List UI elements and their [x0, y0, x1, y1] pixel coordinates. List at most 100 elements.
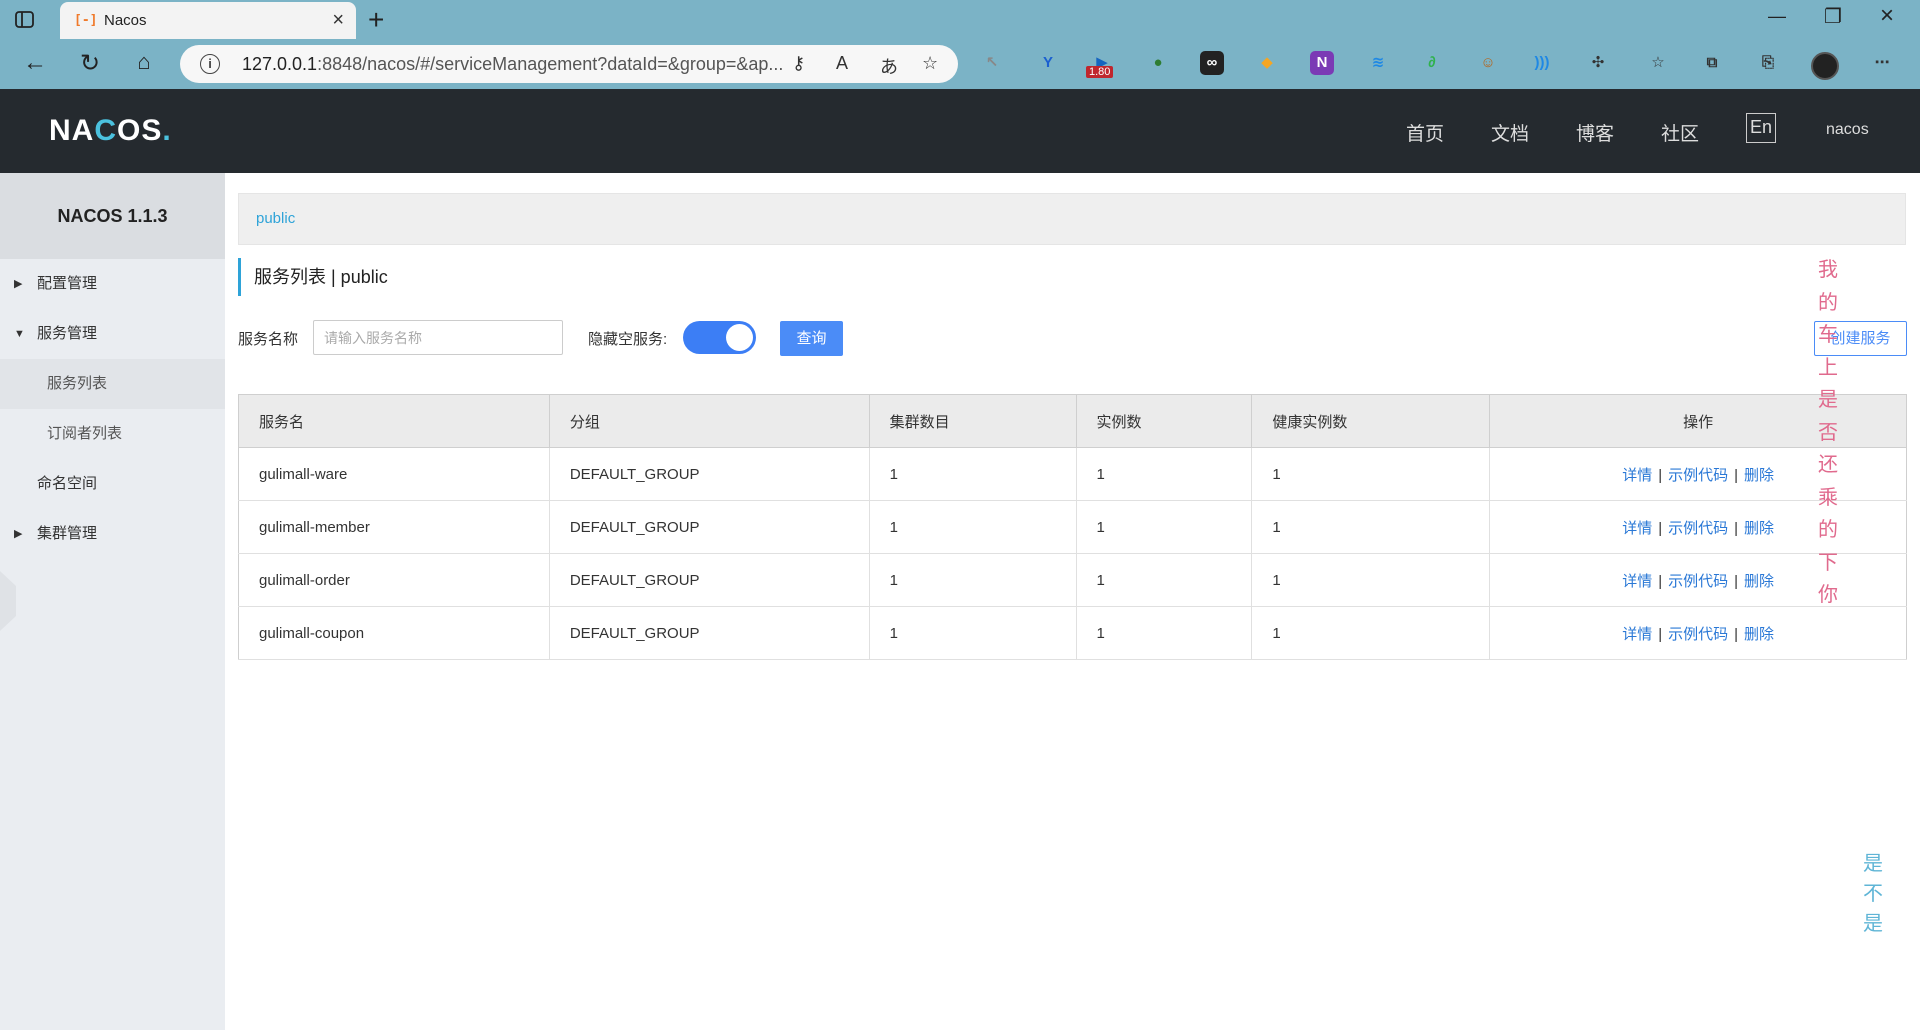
- sidebar-item-subscribers[interactable]: 订阅者列表: [0, 409, 225, 459]
- user-name[interactable]: nacos: [1826, 121, 1869, 139]
- extension-layers-icon[interactable]: ≋: [1366, 51, 1390, 75]
- extension-onenote-icon[interactable]: N: [1310, 51, 1334, 75]
- translate-icon[interactable]: あ: [880, 53, 898, 79]
- sidebar-item-label: 订阅者列表: [47, 425, 123, 442]
- restore-icon[interactable]: ❐: [1824, 4, 1842, 29]
- col-group: 分组: [549, 394, 870, 448]
- detail-link[interactable]: 详情: [1622, 626, 1652, 643]
- detail-link[interactable]: 详情: [1622, 520, 1652, 537]
- address-bar[interactable]: i 127.0.0.1:8848/nacos/#/serviceManageme…: [180, 45, 958, 83]
- cell-cluster-count: 1: [869, 606, 1077, 660]
- sidebar-item-service[interactable]: ▼ 服务管理: [0, 309, 225, 359]
- nav-community[interactable]: 社区: [1661, 119, 1699, 146]
- extension-globe-icon[interactable]: ●: [1146, 51, 1170, 75]
- floating-text-overlay-pink: 我的车上是否还乘的下你: [1818, 257, 1838, 606]
- tab-actions-icon[interactable]: [14, 9, 36, 31]
- delete-link[interactable]: 删除: [1744, 467, 1774, 484]
- sidebar-item-cluster[interactable]: ▶ 集群管理: [0, 509, 225, 559]
- sample-code-link[interactable]: 示例代码: [1668, 520, 1728, 537]
- add-favorite-icon[interactable]: ☆: [922, 53, 938, 74]
- back-icon[interactable]: ←: [20, 49, 50, 77]
- cell-healthy-count: 1: [1251, 606, 1491, 660]
- cell-operations: 详情 | 示例代码 | 删除: [1489, 447, 1907, 501]
- cell-cluster-count: 1: [869, 447, 1077, 501]
- cell-healthy-count: 1: [1251, 500, 1491, 554]
- cell-service-name: gulimall-member: [238, 500, 550, 554]
- nav-home[interactable]: 首页: [1406, 119, 1444, 146]
- toggle-knob: [726, 324, 753, 351]
- extension-shield-icon[interactable]: ◆: [1255, 51, 1279, 75]
- caret-right-icon: ▶: [14, 278, 23, 290]
- key-icon[interactable]: ⚷: [792, 53, 805, 74]
- favorites-icon[interactable]: ☆: [1646, 51, 1670, 75]
- collections-icon[interactable]: ⧉: [1700, 51, 1724, 75]
- sidebar-item-label: 命名空间: [37, 475, 98, 492]
- extension-v-icon[interactable]: Y: [1036, 51, 1060, 75]
- browser-tab[interactable]: [-] Nacos ×: [60, 2, 356, 39]
- caret-right-icon: ▶: [14, 528, 23, 540]
- sidebar-item-label: 服务管理: [37, 325, 98, 342]
- sidebar-item-label: 配置管理: [37, 275, 98, 292]
- detail-link[interactable]: 详情: [1622, 573, 1652, 590]
- cell-cluster-count: 1: [869, 500, 1077, 554]
- cell-service-name: gulimall-order: [238, 553, 550, 607]
- sidebar: NACOS 1.1.3 ▶ 配置管理 ▼ 服务管理 服务列表 订阅者列表 命名空…: [0, 173, 225, 1030]
- delete-link[interactable]: 删除: [1744, 626, 1774, 643]
- site-info-icon[interactable]: i: [200, 54, 220, 74]
- tab-close-icon[interactable]: ×: [332, 9, 344, 32]
- cell-service-name: gulimall-ware: [238, 447, 550, 501]
- cell-group: DEFAULT_GROUP: [549, 447, 870, 501]
- minimize-icon[interactable]: —: [1768, 6, 1786, 27]
- sample-code-link[interactable]: 示例代码: [1668, 573, 1728, 590]
- detail-link[interactable]: 详情: [1622, 467, 1652, 484]
- sidebar-collapse-handle[interactable]: [0, 571, 16, 631]
- delete-link[interactable]: 删除: [1744, 573, 1774, 590]
- hide-empty-label: 隐藏空服务:: [588, 331, 668, 348]
- new-tab-icon[interactable]: +: [368, 4, 384, 36]
- cell-healthy-count: 1: [1251, 553, 1491, 607]
- window-close-icon[interactable]: ×: [1880, 2, 1894, 30]
- nacos-logo[interactable]: NACOS.: [49, 114, 172, 148]
- home-icon[interactable]: ⌂: [129, 49, 159, 75]
- table-row: gulimall-ware DEFAULT_GROUP 1 1 1 详情 | 示例代…: [238, 447, 1907, 501]
- namespace-public-link[interactable]: public: [256, 210, 295, 227]
- extensions-puzzle-icon[interactable]: ✣: [1586, 51, 1610, 75]
- more-menu-icon[interactable]: ⋯: [1870, 51, 1894, 75]
- extension-badge: 1.80: [1086, 66, 1114, 78]
- col-operations: 操作: [1489, 394, 1907, 448]
- refresh-icon[interactable]: ↻: [75, 49, 105, 78]
- extension-wave-icon[interactable]: ))): [1530, 51, 1554, 75]
- hide-empty-toggle[interactable]: [683, 321, 756, 354]
- service-name-label: 服务名称: [238, 331, 299, 348]
- url-text[interactable]: 127.0.0.1:8848/nacos/#/serviceManagement…: [242, 54, 783, 75]
- sample-code-link[interactable]: 示例代码: [1668, 626, 1728, 643]
- sidebar-item-namespace[interactable]: 命名空间: [0, 459, 225, 509]
- language-switch-button[interactable]: En: [1746, 113, 1776, 143]
- service-name-input[interactable]: [313, 320, 563, 355]
- tab-title: Nacos: [104, 12, 147, 29]
- sidebar-item-service-list[interactable]: 服务列表: [0, 359, 225, 409]
- profile-avatar[interactable]: [1811, 52, 1839, 80]
- nav-blog[interactable]: 博客: [1576, 119, 1614, 146]
- cell-instance-count: 1: [1076, 447, 1253, 501]
- extension-link-icon[interactable]: ∂: [1420, 51, 1444, 75]
- extension-cursor-icon[interactable]: ↖: [980, 51, 1004, 75]
- cell-operations: 详情 | 示例代码 | 删除: [1489, 500, 1907, 554]
- sidebar-item-config[interactable]: ▶ 配置管理: [0, 259, 225, 309]
- nav-docs[interactable]: 文档: [1491, 119, 1529, 146]
- extension-eyes-icon[interactable]: ∞: [1200, 51, 1224, 75]
- floating-text-overlay-blue: 是不是: [1863, 851, 1883, 935]
- cell-operations: 详情 | 示例代码 | 删除: [1489, 606, 1907, 660]
- cell-healthy-count: 1: [1251, 447, 1491, 501]
- extension-face-icon[interactable]: ☺: [1476, 51, 1500, 75]
- app-header: NACOS. 首页 文档 博客 社区 En nacos: [0, 89, 1920, 173]
- delete-link[interactable]: 删除: [1744, 520, 1774, 537]
- query-button[interactable]: 查询: [780, 321, 843, 356]
- sample-code-link[interactable]: 示例代码: [1668, 467, 1728, 484]
- page-title: 服务列表 | public: [238, 258, 388, 296]
- screenshot-icon[interactable]: ⎘: [1756, 51, 1780, 75]
- sidebar-version: NACOS 1.1.3: [0, 173, 225, 259]
- caret-down-icon: ▼: [14, 328, 25, 340]
- cell-group: DEFAULT_GROUP: [549, 606, 870, 660]
- read-aloud-icon[interactable]: A: [836, 53, 848, 74]
